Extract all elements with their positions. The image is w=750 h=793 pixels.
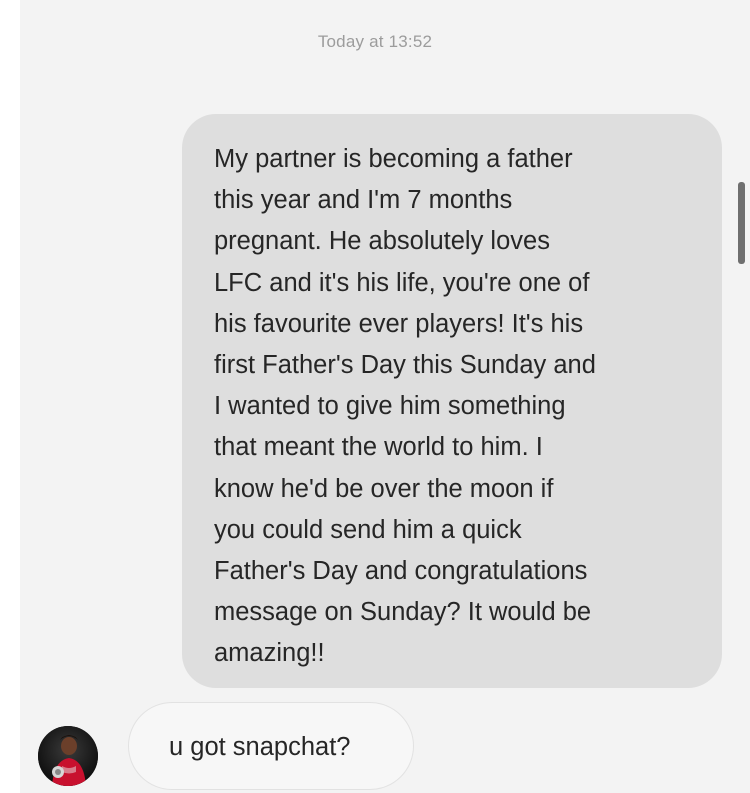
sent-message-bubble[interactable]: My partner is becoming a father this yea… — [182, 114, 722, 688]
chat-screen: Today at 13:52 My partner is becoming a … — [0, 0, 750, 793]
screen-edge — [0, 0, 20, 793]
avatar-photo — [38, 726, 98, 786]
received-message-bubble[interactable]: u got snapchat? — [128, 702, 414, 790]
message-timestamp: Today at 13:52 — [317, 32, 433, 51]
received-message-row: u got snapchat? — [36, 702, 456, 792]
sender-avatar[interactable] — [38, 726, 98, 786]
scroll-indicator[interactable] — [738, 182, 745, 264]
